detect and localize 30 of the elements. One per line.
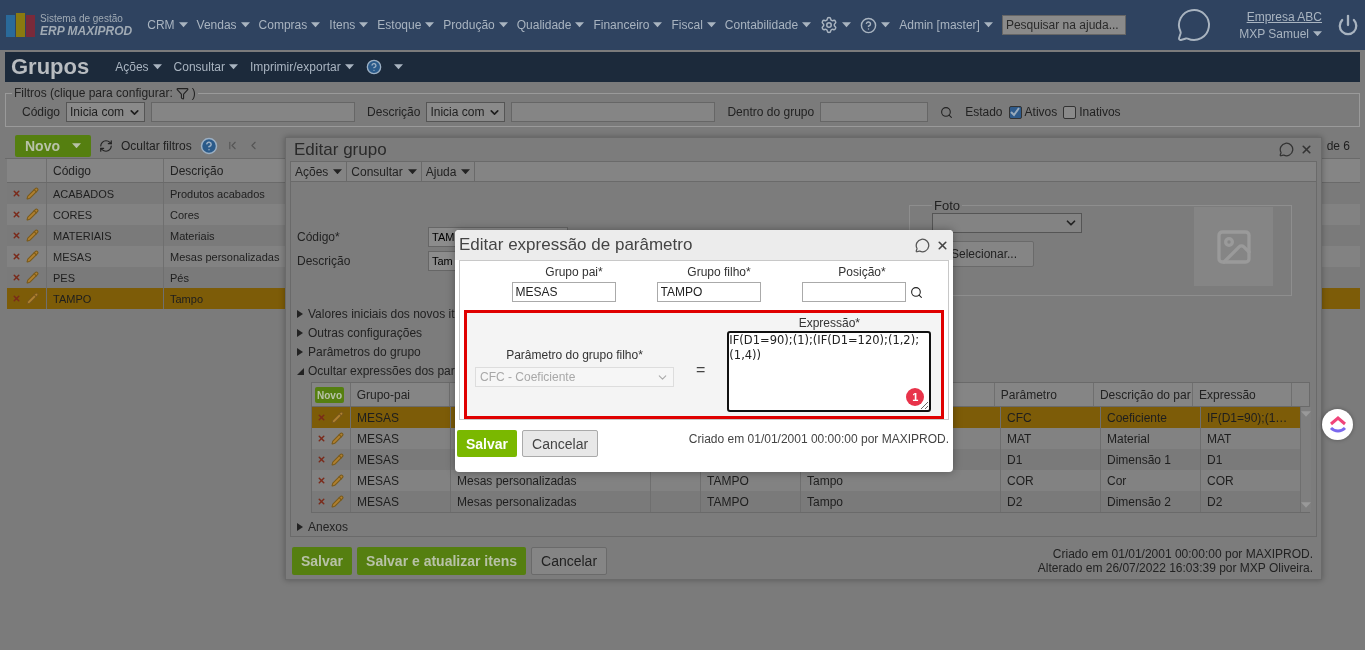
- logo-title: ERP MAXIPROD: [40, 25, 133, 37]
- table-cell: Tampo: [801, 491, 1001, 512]
- logo-subtitle: Sistema de gestão: [40, 13, 124, 25]
- table-cell: MESAS: [351, 491, 451, 512]
- field-label: Parâmetro do grupo filho*: [506, 348, 643, 362]
- dialog-title: Editar grupo: [294, 139, 387, 160]
- filter-label: Descrição: [367, 105, 421, 119]
- filter-label: Estado: [965, 105, 1003, 119]
- field-label: Descrição: [297, 254, 352, 268]
- field-label: Expressão*: [798, 316, 861, 330]
- field-label: Grupo filho*: [687, 265, 751, 279]
- pagination-text: de 6: [1326, 138, 1350, 153]
- field-label: Código*: [297, 230, 341, 244]
- field-label: Grupo pai*: [545, 265, 603, 279]
- filters-legend: ): [191, 86, 196, 100]
- filter-label: Dentro do grupo: [727, 105, 815, 119]
- table-cell: D2: [1001, 491, 1101, 512]
- field-label: Posição*: [838, 265, 886, 279]
- page-title: Grupos: [11, 54, 90, 80]
- equals-sign: =: [696, 361, 706, 379]
- table-cell: TAMPO: [701, 491, 801, 512]
- audit-text: Alterado em 26/07/2022 16:03:39 por MXP Oliveira.: [1037, 561, 1313, 575]
- table-cell: Mesas personalizadas: [451, 491, 651, 512]
- table-cell: TAMPO: [47, 288, 164, 309]
- table-cell: Dimensão 2: [1101, 491, 1201, 512]
- photo-legend: Foto: [932, 198, 962, 213]
- audit-text: Criado em 01/01/2001 00:00:00 por MAXIPROD.: [688, 432, 949, 446]
- audit-text: Criado em 01/01/2001 00:00:00 por MAXIPROD.: [1052, 547, 1313, 561]
- filter-label: Código: [22, 105, 61, 119]
- dialog-title: Editar expressão de parâmetro: [459, 235, 693, 255]
